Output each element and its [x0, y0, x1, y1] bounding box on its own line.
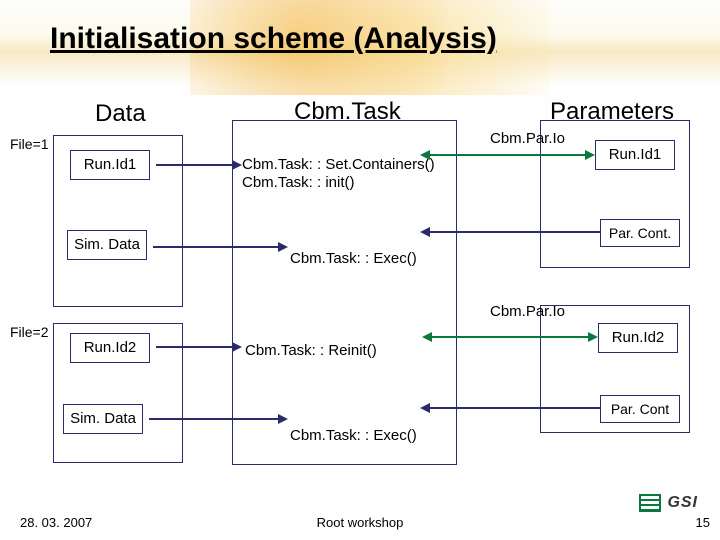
- task-exec-1: Cbm.Task: : Exec(): [290, 250, 417, 267]
- parcont-2: Par. Cont: [600, 395, 680, 423]
- file2-label: File=2: [10, 324, 49, 340]
- gsi-logo: GSI: [639, 494, 698, 512]
- logo-icon: [639, 494, 661, 512]
- runid2-left: Run.Id2: [70, 333, 150, 363]
- task-reinit: Cbm.Task: : Reinit(): [245, 342, 377, 359]
- task-set-init: Cbm.Task: : Set.Containers() Cbm.Task: :…: [242, 156, 435, 192]
- footer-center: Root workshop: [0, 515, 720, 530]
- page-title: Initialisation scheme (Analysis): [50, 22, 497, 56]
- simdata-1: Sim. Data: [67, 230, 147, 260]
- runid1-left: Run.Id1: [70, 150, 150, 180]
- parcont-1: Par. Cont.: [600, 219, 680, 247]
- file1-label: File=1: [10, 136, 49, 152]
- task-exec-2: Cbm.Task: : Exec(): [290, 427, 417, 444]
- runid2-right: Run.Id2: [598, 323, 678, 353]
- col-data: Data: [95, 100, 146, 128]
- runid1-right: Run.Id1: [595, 140, 675, 170]
- footer-slide-number: 15: [696, 515, 710, 530]
- pario-2: Cbm.Par.Io: [490, 303, 565, 320]
- simdata-2: Sim. Data: [63, 404, 143, 434]
- pario-1: Cbm.Par.Io: [490, 130, 565, 147]
- slide: Initialisation scheme (Analysis) Data Cb…: [0, 0, 720, 540]
- logo-text: GSI: [667, 494, 698, 512]
